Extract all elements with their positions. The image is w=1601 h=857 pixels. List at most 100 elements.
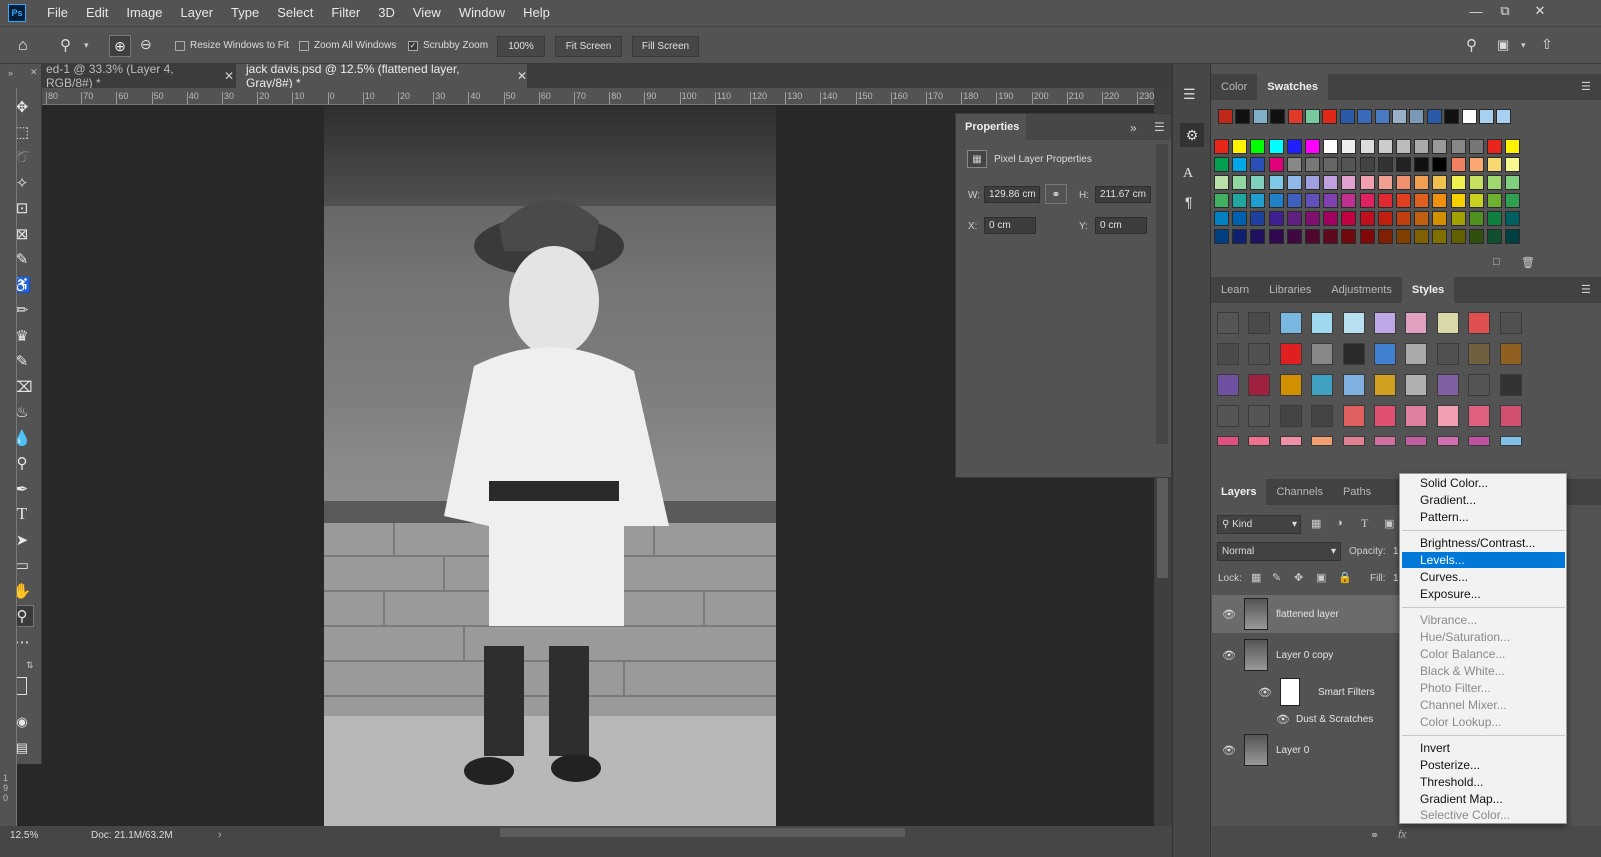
style-preset[interactable] [1217, 312, 1239, 334]
swatch[interactable] [1341, 193, 1357, 208]
fill-screen-button[interactable]: Fill Screen [632, 36, 699, 57]
style-preset[interactable] [1468, 374, 1491, 396]
swatch[interactable] [1286, 175, 1302, 190]
swatch[interactable] [1468, 193, 1484, 208]
tab-layers[interactable]: Layers [1211, 479, 1267, 505]
paragraph-icon[interactable]: ¶ [1185, 194, 1193, 210]
style-preset[interactable] [1248, 374, 1271, 396]
swatch[interactable] [1286, 139, 1302, 154]
swatch[interactable] [1505, 211, 1521, 226]
swatch[interactable] [1468, 211, 1484, 226]
swatch[interactable] [1432, 175, 1448, 190]
visibility-eye-icon[interactable]: 👁 [1222, 744, 1236, 757]
swatch[interactable] [1359, 193, 1375, 208]
swatch[interactable] [1232, 139, 1248, 154]
swatch[interactable] [1323, 157, 1339, 172]
swatch[interactable] [1323, 211, 1339, 226]
swatch[interactable] [1214, 229, 1229, 244]
swatch[interactable] [1450, 175, 1466, 190]
style-preset[interactable] [1217, 436, 1239, 446]
menu-type[interactable]: Type [222, 0, 268, 26]
menu-levels[interactable]: Levels... [1402, 552, 1565, 568]
menu-color-lookup[interactable]: Color Lookup... [1402, 714, 1565, 730]
style-preset[interactable] [1499, 405, 1522, 427]
swatch[interactable] [1286, 193, 1302, 208]
home-icon[interactable]: ⌂ [18, 37, 28, 55]
menu-gradient[interactable]: Gradient... [1402, 492, 1565, 508]
style-preset[interactable] [1248, 312, 1271, 334]
zoom-in-icon[interactable]: ⊕ [109, 35, 131, 57]
swatch[interactable] [1232, 211, 1248, 226]
tab-color[interactable]: Color [1211, 74, 1257, 100]
recent-swatch[interactable] [1496, 109, 1512, 124]
swatch[interactable] [1214, 139, 1229, 154]
swatch[interactable] [1341, 139, 1357, 154]
close-tab-icon[interactable]: ✕ [224, 69, 234, 83]
swatch[interactable] [1450, 157, 1466, 172]
menu-edit[interactable]: Edit [77, 0, 117, 26]
menu-view[interactable]: View [404, 0, 450, 26]
swatch[interactable] [1432, 139, 1448, 154]
vintage-photo-boy-in-hat[interactable] [324, 106, 776, 826]
menu-color-balance[interactable]: Color Balance... [1402, 646, 1565, 662]
swatch[interactable] [1232, 229, 1248, 244]
recent-swatch[interactable] [1252, 109, 1268, 124]
style-preset[interactable] [1468, 343, 1491, 365]
zoom-all-checkbox[interactable]: Zoom All Windows [299, 40, 396, 51]
recent-swatch[interactable] [1479, 109, 1494, 124]
swatch[interactable] [1377, 175, 1393, 190]
swatch[interactable] [1232, 193, 1248, 208]
swatch[interactable] [1505, 229, 1521, 244]
visibility-eye-icon[interactable]: 👁 [1258, 686, 1272, 699]
menu-channel-mixer[interactable]: Channel Mixer... [1402, 697, 1565, 713]
swatch[interactable] [1505, 157, 1521, 172]
swatch[interactable] [1377, 157, 1393, 172]
swatch[interactable] [1487, 211, 1502, 226]
swatch[interactable] [1286, 229, 1302, 244]
menu-image[interactable]: Image [117, 0, 171, 26]
swatch[interactable] [1396, 157, 1411, 172]
swatch[interactable] [1214, 175, 1229, 190]
recent-swatch[interactable] [1444, 109, 1460, 124]
menu-3d[interactable]: 3D [369, 0, 404, 26]
swatch[interactable] [1414, 157, 1430, 172]
swatch[interactable] [1359, 139, 1375, 154]
filter-pixel-icon[interactable]: ▦ [1311, 517, 1321, 530]
style-preset[interactable] [1311, 436, 1334, 446]
swatch[interactable] [1505, 139, 1521, 154]
history-icon[interactable]: ☰ [1183, 86, 1196, 103]
lock-transparent-icon[interactable]: ▦ [1251, 571, 1261, 584]
filter-shape-icon[interactable]: ▣ [1384, 517, 1394, 530]
fit-screen-button[interactable]: Fit Screen [555, 36, 622, 57]
menu-brightness-contrast[interactable]: Brightness/Contrast... [1402, 535, 1565, 551]
workspace-icon[interactable]: ▣ [1497, 37, 1509, 53]
recent-swatch[interactable] [1270, 109, 1286, 124]
style-preset[interactable] [1279, 374, 1302, 396]
lock-artboard-icon[interactable]: ▣ [1316, 571, 1326, 584]
recent-swatch[interactable] [1357, 109, 1373, 124]
collapse-icon[interactable]: » [8, 68, 13, 78]
swatch[interactable] [1487, 229, 1502, 244]
style-preset[interactable] [1405, 343, 1428, 365]
swatch[interactable] [1268, 193, 1284, 208]
menu-black-white[interactable]: Black & White... [1402, 663, 1565, 679]
search-icon[interactable]: ⚲ [1466, 36, 1477, 54]
swatch[interactable] [1250, 157, 1266, 172]
swatch[interactable] [1268, 139, 1284, 154]
swatch[interactable] [1505, 193, 1521, 208]
swatch[interactable] [1250, 229, 1266, 244]
tab-document-2[interactable]: jack davis.psd @ 12.5% (flattened layer,… [236, 62, 527, 90]
swatch[interactable] [1323, 139, 1339, 154]
recent-swatch[interactable] [1392, 109, 1407, 124]
swatch[interactable] [1359, 229, 1375, 244]
filter-type-icon[interactable]: T [1361, 516, 1368, 531]
swatch[interactable] [1305, 157, 1320, 172]
zoom-value-field[interactable]: 100% [497, 36, 545, 57]
style-preset[interactable] [1311, 343, 1334, 365]
swatch[interactable] [1286, 157, 1302, 172]
close-window-icon[interactable]: ✕ [1523, 0, 1557, 22]
swatch[interactable] [1450, 229, 1466, 244]
swatch[interactable] [1450, 193, 1466, 208]
style-preset[interactable] [1342, 374, 1365, 396]
swatch[interactable] [1250, 175, 1266, 190]
